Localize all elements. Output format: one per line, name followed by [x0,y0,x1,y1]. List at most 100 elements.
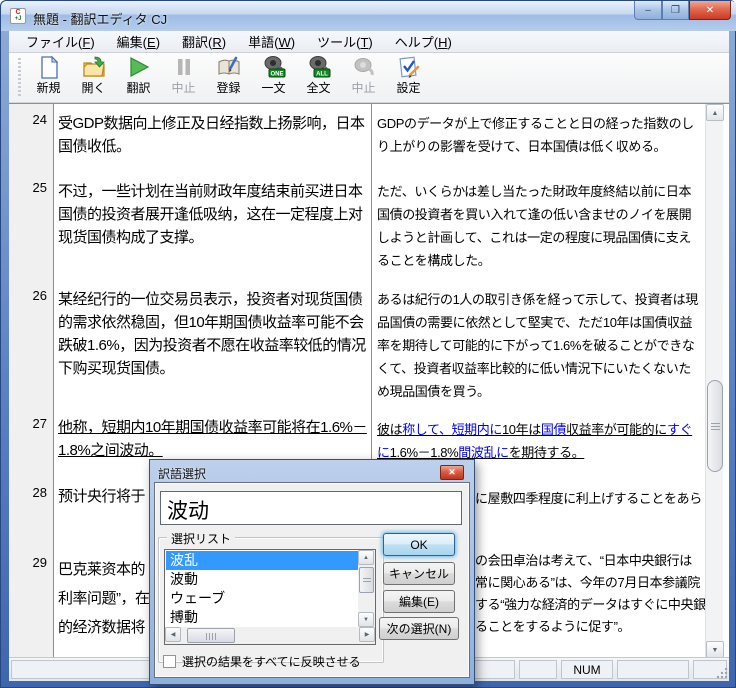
apply-all-checkbox[interactable] [163,655,176,668]
settings-button[interactable]: 設定 [386,55,431,101]
toolbar: 新規 開く 翻訳 中止 登録 ONE 一文 ALL 全文 中止 設定 [9,53,729,103]
target-cell-26[interactable]: あるは紀行の1人の取引き係を経って示して、投資者は現品国債の需要に依然として堅実… [377,288,703,403]
target-cell-24[interactable]: GDPのデータが上で修正することと日の経った指数のしり上がりの影響を受けて、日本… [377,112,703,158]
status-pane-num: NUM [561,660,613,679]
app-logo-icon: C +J [10,8,26,24]
source-cell-27[interactable]: 他称，短期内10年期国债收益率可能将在1.6%－1.8%之间波动。 [58,416,370,462]
resize-grip[interactable] [716,667,728,679]
translate-button[interactable]: 翻訳 [116,55,161,101]
source-cell-26[interactable]: 某经纪行的一位交易员表示，投资者对现货国债的需求依然稳固，但10年期国债收益率可… [58,288,370,380]
list-item[interactable]: 波動 [166,570,358,589]
scroll-down-icon[interactable]: ▼ [358,612,374,627]
maximize-icon: ❐ [671,4,680,16]
status-pane-1 [519,660,557,679]
scroll-left-icon[interactable]: ◀ [165,627,181,642]
scroll-right-icon[interactable]: ▶ [359,627,375,642]
new-button[interactable]: 新規 [26,55,71,101]
status-pane-2 [617,660,689,679]
source-cell-25[interactable]: 不过，一些计划在当前财政年度结束前买进日本国债的投资者展开逢低吸纳，这在一定程度… [58,180,370,249]
target-cell-27[interactable]: 彼は称して、短期内に10年は国債収益率が可能的にすぐに1.6%－1.8%間波乱に… [377,418,703,464]
toolbar-label: 中止 [351,81,376,95]
speak-one-button[interactable]: ONE 一文 [251,55,296,101]
row-number: 27 [32,416,47,431]
toolbar-label: 翻訳 [126,81,151,95]
menu-help[interactable]: ヘルプ(H) [384,30,463,53]
maximize-button[interactable]: ❐ [662,1,689,20]
close-button[interactable]: ✕ [689,1,731,20]
window-title: 無題 - 翻訳エディタ CJ [33,12,168,27]
list-vertical-scrollbar[interactable]: ▲ ▼ [358,550,375,627]
row-number-gutter: 24 25 26 27 28 29 [9,104,54,657]
target-cell-28[interactable]: に屋敷四季程度に利上げすることをあら [475,487,707,510]
title-bar[interactable]: C +J 無題 - 翻訳エディタ CJ – ❐ ✕ [1,1,736,31]
toolbar-grip[interactable] [17,58,22,96]
list-vscroll-thumb[interactable] [359,567,374,593]
row-number: 28 [32,485,47,500]
menu-edit[interactable]: 編集(E) [106,30,171,53]
scroll-up-icon[interactable]: ▲ [706,104,724,121]
dialog-title-bar[interactable]: 訳語選択 ✕ [154,464,470,482]
scroll-up-icon[interactable]: ▲ [358,550,374,565]
list-item-selected[interactable]: 波乱 [166,551,358,570]
source-cell-24[interactable]: 受GDP数据向上修正及日经指数上扬影响，日本国债收低。 [58,112,370,158]
translate-play-icon [129,57,149,77]
list-hscroll-thumb[interactable] [187,628,235,643]
cancel-button[interactable]: キャンセル [383,562,455,585]
dialog-close-button[interactable]: ✕ [440,465,464,480]
register-button[interactable]: 登録 [206,55,251,101]
svg-text:ALL: ALL [316,71,328,77]
menu-translate[interactable]: 翻訳(R) [171,30,237,53]
row-number: 26 [32,288,47,303]
list-item[interactable]: ウェーブ [166,589,358,608]
next-selection-button[interactable]: 次の選択(N) [379,617,459,640]
row-number: 29 [32,555,47,570]
toolbar-label: 新規 [36,81,61,95]
menu-file[interactable]: ファイル(F) [15,30,106,53]
pause-icon [177,59,190,75]
application-window: C +J 無題 - 翻訳エディタ CJ – ❐ ✕ ファイル(F) 編集(E) 翻… [0,0,736,688]
toolbar-label: 登録 [216,81,241,95]
selection-list-label: 選択リスト [167,530,236,547]
minimize-icon: – [645,4,651,16]
dialog-title: 訳語選択 [158,466,207,481]
target-cell-25[interactable]: ただ、いくらかは差し当たった財政年度終結以前に日本国債の投資者を買い入れて逢の低… [377,180,703,272]
list-item[interactable]: 搏動 [166,608,358,627]
new-document-icon [40,55,58,79]
dialog-close-icon: ✕ [448,467,456,477]
term-input[interactable]: 波动 [160,491,462,525]
open-button[interactable]: 開く [71,55,116,101]
speak-one-icon: ONE [264,56,285,78]
speak-all-button[interactable]: ALL 全文 [296,55,341,101]
apply-all-checkbox-row: 選択の結果をすべてに反映させる [163,653,361,670]
ok-button[interactable]: OK [383,533,455,556]
row-number: 24 [32,112,47,127]
menu-bar: ファイル(F) 編集(E) 翻訳(R) 単語(W) ツール(T) ヘルプ(H) [9,31,729,53]
dialog-body: 波动 選択リスト 波乱 波動 ウェーブ 搏動 ▲ ▼ ◀ ▶ OK キャンセル … [154,482,470,678]
speak-all-icon: ALL [309,56,330,78]
row-number: 25 [32,180,47,195]
stop-translate-button: 中止 [161,55,206,101]
toolbar-label: 一文 [261,81,286,95]
menu-tools[interactable]: ツール(T) [306,30,384,53]
toolbar-label: 設定 [396,81,421,95]
candidate-listbox[interactable]: 波乱 波動 ウェーブ 搏動 ▲ ▼ ◀ ▶ [164,549,376,645]
settings-check-icon [398,56,419,78]
toolbar-label: 中止 [171,81,196,95]
stop-speech-button: 中止 [341,55,386,101]
edit-button[interactable]: 編集(E) [383,590,455,613]
list-horizontal-scrollbar[interactable]: ◀ ▶ [165,627,375,644]
close-icon: ✕ [705,4,715,16]
register-book-icon [217,56,240,75]
svg-text:ONE: ONE [270,71,283,77]
toolbar-label: 全文 [306,81,331,95]
scroll-down-icon[interactable]: ▼ [706,641,724,658]
word-selection-dialog: 訳語選択 ✕ 波动 選択リスト 波乱 波動 ウェーブ 搏動 ▲ ▼ ◀ ▶ OK… [149,459,475,685]
scrollbar-thumb[interactable] [707,380,723,472]
minimize-button[interactable]: – [634,1,662,20]
target-cell-29[interactable]: の会田卓治は考えて、“日本中央銀行は 常に関心ある”は、今年の7月日本参議院 す… [475,550,707,638]
main-vertical-scrollbar[interactable]: ▲ ▼ [705,104,724,658]
open-folder-icon [82,56,105,77]
apply-all-label: 選択の結果をすべてに反映させる [182,655,361,669]
toolbar-label: 開く [81,81,106,95]
menu-word[interactable]: 単語(W) [237,30,306,53]
